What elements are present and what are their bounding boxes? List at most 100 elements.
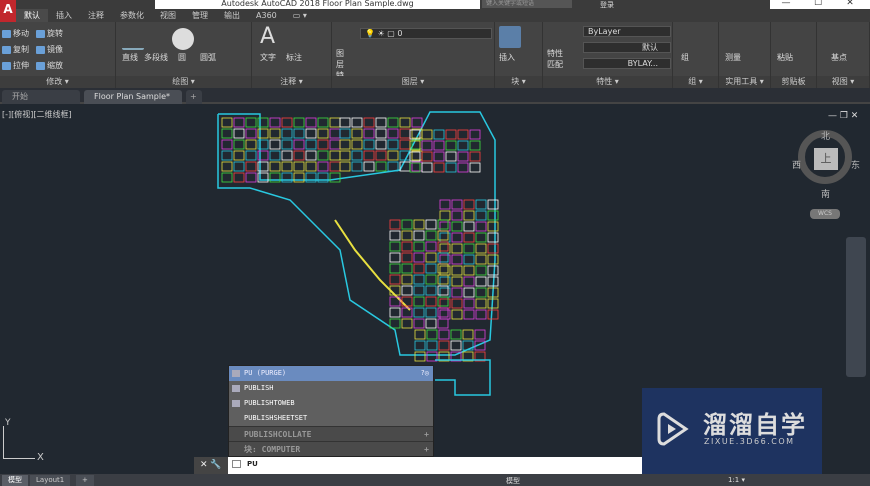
autocomplete-item[interactable]: PUBLISHTOWEB	[229, 396, 433, 411]
tab-home[interactable]: 默认	[16, 9, 48, 22]
tab-model[interactable]: 模型	[2, 475, 28, 486]
lineweight-dropdown[interactable]: BYLAY...	[583, 58, 671, 69]
room-cell	[351, 117, 363, 128]
draw-panel-label[interactable]: 绘图 ▾	[116, 76, 251, 88]
command-line-controls[interactable]: ✕ 🔧	[194, 457, 228, 474]
room-cell	[457, 162, 469, 173]
room-cell	[433, 151, 445, 162]
tab-a360[interactable]: A360	[248, 9, 285, 22]
circle-tool[interactable]: 圆	[178, 52, 186, 63]
modify-panel-label[interactable]: 修改 ▾	[0, 76, 115, 88]
room-cell	[451, 232, 463, 243]
room-cell	[475, 298, 487, 309]
arc-tool[interactable]: 圆弧	[200, 52, 216, 63]
layers-panel-label[interactable]: 图层 ▾	[332, 76, 494, 88]
utilities-panel-label[interactable]: 实用工具 ▾	[719, 76, 770, 88]
annotation-scale[interactable]: 1:1 ▾	[728, 476, 745, 484]
measure-tool[interactable]: 测量	[725, 52, 741, 63]
line-tool[interactable]: 直线	[122, 52, 138, 63]
minimize-button[interactable]: —	[770, 0, 802, 8]
tab-parametric[interactable]: 参数化	[112, 9, 152, 22]
room-cell	[475, 232, 487, 243]
stretch-tool[interactable]: 拉伸	[2, 60, 29, 71]
insert-tool[interactable]: 插入	[499, 52, 515, 63]
room-cell	[329, 117, 341, 128]
viewport-label[interactable]: [-][俯视][二维线框]	[2, 109, 72, 120]
search-input[interactable]: 键入关键字或短语	[482, 0, 572, 8]
maximize-button[interactable]: ☐	[802, 0, 834, 8]
color-dropdown[interactable]: ByLayer	[583, 26, 671, 37]
clipboard-panel-label[interactable]: 剪贴板	[771, 76, 816, 88]
layer-dropdown[interactable]: 💡 ☀ ▢ 0	[360, 28, 492, 39]
annotation-panel-label[interactable]: 注释 ▾	[252, 76, 331, 88]
room-cell	[363, 117, 375, 128]
block-panel-label[interactable]: 块 ▾	[495, 76, 542, 88]
tab-output[interactable]: 输出	[216, 9, 248, 22]
viewcube-top-face[interactable]: 上	[814, 148, 838, 170]
text-tool[interactable]: 文字	[260, 52, 276, 63]
compass-west[interactable]: 西	[792, 158, 801, 171]
command-input[interactable]: PU	[232, 460, 258, 468]
linetype-dropdown[interactable]: 默认	[583, 42, 671, 53]
tab-floor-plan[interactable]: Floor Plan Sample*	[84, 90, 182, 104]
properties-panel-label[interactable]: 特性 ▾	[543, 76, 672, 88]
rotate-tool[interactable]: 旋转	[36, 28, 63, 39]
tab-layout1[interactable]: Layout1	[30, 475, 71, 486]
command-line[interactable]	[194, 457, 642, 474]
autocomplete-item[interactable]: PU (PURGE) ?◎	[229, 366, 433, 381]
wcs-menu[interactable]: WCS	[810, 209, 840, 219]
room-cell	[439, 309, 451, 320]
room-cell	[450, 340, 462, 351]
compass-north[interactable]: 北	[821, 129, 830, 142]
autocomplete-item[interactable]: PUBLISH	[229, 381, 433, 396]
tab-more[interactable]: ▭ ▾	[285, 9, 315, 22]
compass-east[interactable]: 东	[851, 158, 860, 171]
tab-manage[interactable]: 管理	[184, 9, 216, 22]
room-cell	[317, 150, 329, 161]
close-button[interactable]: ✕	[834, 0, 866, 8]
room-cell	[425, 318, 437, 329]
room-cell	[413, 219, 425, 230]
move-tool[interactable]: 移动	[2, 28, 29, 39]
room-cell	[451, 199, 463, 210]
view-panel-label[interactable]: 视图 ▾	[817, 76, 869, 88]
mirror-tool[interactable]: 镜像	[36, 44, 63, 55]
room-cell	[445, 140, 457, 151]
autocomplete-category[interactable]: 块: COMPUTER +	[229, 441, 433, 456]
room-cell	[437, 263, 449, 274]
autocomplete-category[interactable]: PUBLISHCOLLATE +	[229, 426, 433, 441]
model-space-button[interactable]: 模型	[506, 476, 520, 486]
room-cell	[293, 150, 305, 161]
tab-start[interactable]: 开始	[2, 90, 80, 104]
paste-tool[interactable]: 粘贴	[777, 52, 793, 63]
room-cell	[293, 139, 305, 150]
properties-panel: 特性匹配 ByLayer 默认 BYLAY... 特性 ▾	[543, 22, 673, 88]
viewport-controls[interactable]: — ❐ ✕	[828, 111, 858, 121]
new-tab-button[interactable]: +	[186, 90, 202, 104]
compass-south[interactable]: 南	[821, 187, 830, 200]
room-cell	[463, 221, 475, 232]
group-tool[interactable]: 组	[681, 52, 689, 63]
tab-annotate[interactable]: 注释	[80, 9, 112, 22]
base-point-tool[interactable]: 基点	[831, 52, 847, 63]
app-menu-button[interactable]: A	[0, 0, 16, 22]
autocomplete-item[interactable]: PUBLISHSHEETSET	[229, 411, 433, 426]
scale-tool[interactable]: 缩放	[36, 60, 63, 71]
stair-outline	[435, 359, 491, 396]
room-cell	[351, 150, 363, 161]
new-layout-button[interactable]: +	[76, 475, 94, 486]
tab-insert[interactable]: 插入	[48, 9, 80, 22]
help-icon[interactable]: ?◎	[421, 366, 429, 381]
room-cell	[463, 232, 475, 243]
navigation-bar[interactable]	[846, 237, 866, 377]
dimension-tool[interactable]: 标注	[286, 52, 302, 63]
room-cell	[463, 298, 475, 309]
room-cell	[487, 210, 499, 221]
copy-tool[interactable]: 复制	[2, 44, 29, 55]
groups-panel-label[interactable]: 组 ▾	[673, 76, 718, 88]
match-properties-tool[interactable]: 特性匹配	[547, 48, 565, 70]
room-cell	[363, 139, 375, 150]
tab-view[interactable]: 视图	[152, 9, 184, 22]
polyline-tool[interactable]: 多段线	[144, 52, 168, 63]
room-cell	[437, 307, 449, 318]
